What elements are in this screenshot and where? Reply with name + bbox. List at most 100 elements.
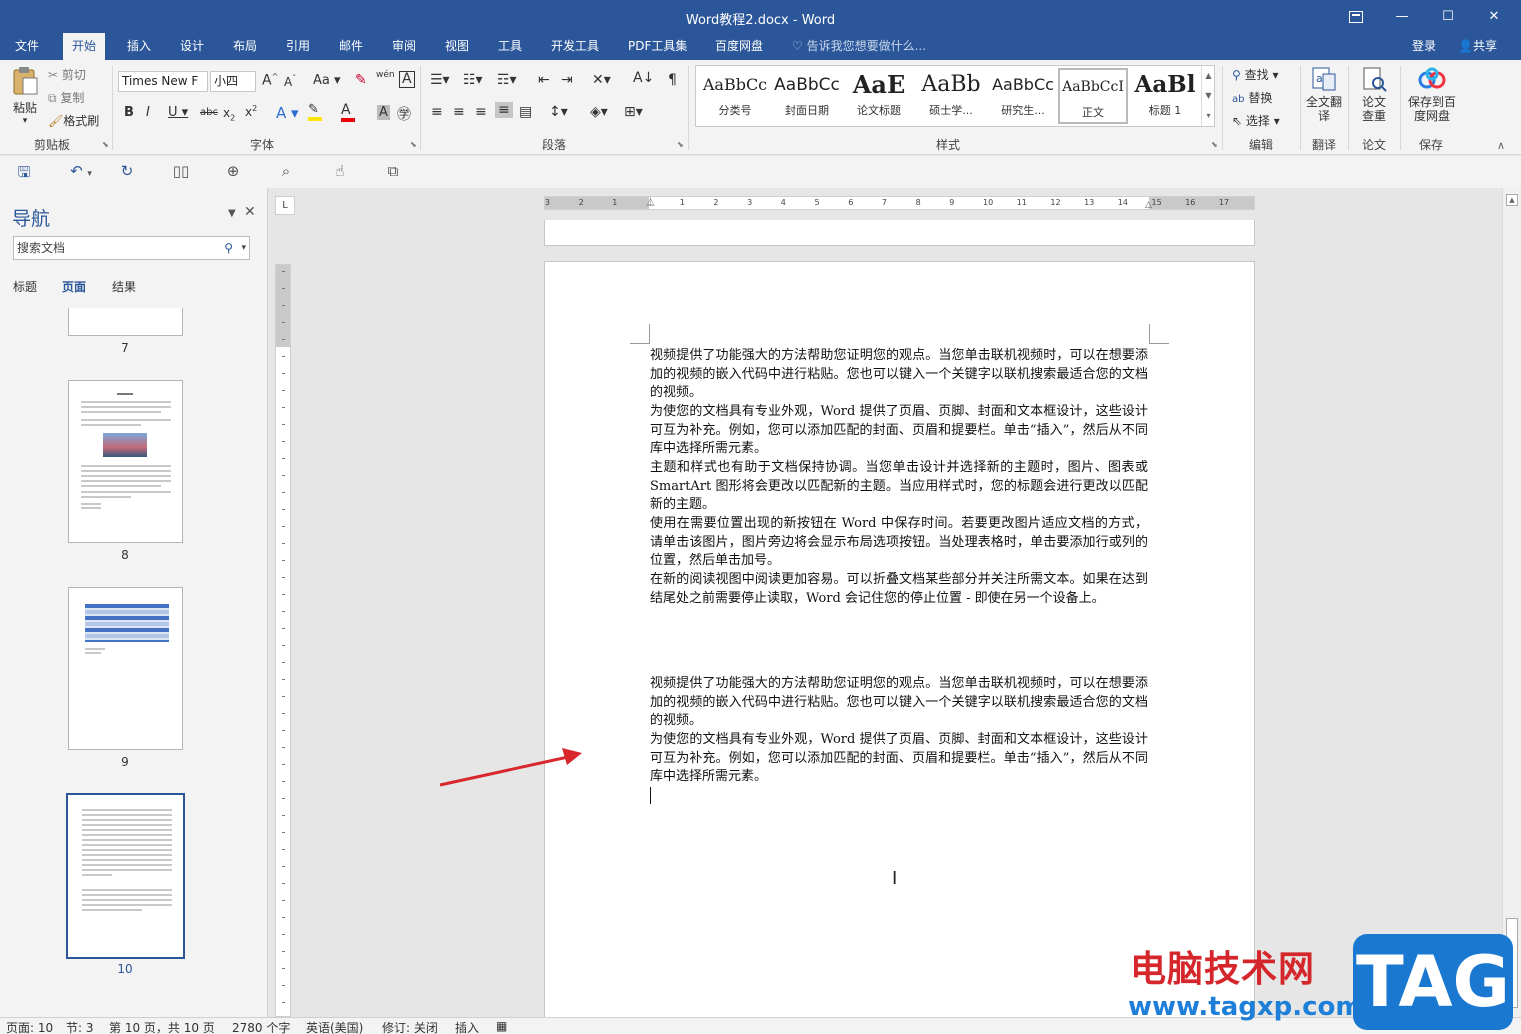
style-item[interactable]: AaBb 硕士学... xyxy=(916,68,986,124)
read-mode-icon[interactable]: ▯▯ xyxy=(170,162,192,182)
tab-pdf-tools[interactable]: PDF工具集 xyxy=(619,33,696,60)
vertical-scrollbar[interactable]: ▲ xyxy=(1502,188,1521,1017)
char-border-icon[interactable]: A xyxy=(399,71,415,88)
dialog-launcher-icon[interactable]: ⬊ xyxy=(102,140,109,149)
superscript-icon[interactable]: x2 xyxy=(245,104,257,119)
ribbon-display-options-button[interactable] xyxy=(1333,0,1379,33)
page-thumbnail-selected[interactable] xyxy=(66,793,185,959)
tab-insert[interactable]: 插入 xyxy=(118,33,160,60)
share-button[interactable]: 👤共享 xyxy=(1452,35,1503,58)
shading-icon[interactable]: ◈▾ xyxy=(590,104,608,120)
search-input[interactable]: 搜索文档 ⚲ ▾ xyxy=(13,236,250,260)
page-thumbnail[interactable] xyxy=(68,308,183,336)
tab-tools[interactable]: 工具 xyxy=(489,33,531,60)
web-layout-icon[interactable]: ⊕ xyxy=(222,162,244,182)
undo-icon[interactable]: ↶ ▾ xyxy=(64,162,98,182)
print-preview-icon[interactable]: ⌕ xyxy=(275,162,297,182)
borders-icon[interactable]: ⊞▾ xyxy=(624,104,643,120)
status-track-changes[interactable]: 修订: 关闭 xyxy=(382,1019,438,1034)
document-page[interactable]: 视频提供了功能强大的方法帮助您证明您的观点。当您单击联机视频时，可以在想要添加的… xyxy=(544,261,1255,1017)
collapse-ribbon-icon[interactable]: ∧ xyxy=(1497,139,1505,152)
clear-format-icon[interactable]: ✎ xyxy=(355,72,367,88)
close-icon[interactable]: ✕ xyxy=(244,204,256,220)
status-language[interactable]: 英语(美国) xyxy=(306,1019,363,1034)
scroll-up-icon[interactable]: ▲ xyxy=(1506,194,1518,206)
minimize-button[interactable]: — xyxy=(1379,0,1425,33)
copy-button[interactable]: ⧉ 复制 xyxy=(48,89,84,106)
tab-view[interactable]: 视图 xyxy=(436,33,478,60)
save-to-baidu-button[interactable]: 保存到百度网盘 xyxy=(1404,66,1460,123)
char-shading-icon[interactable]: A xyxy=(377,105,390,120)
tab-mailings[interactable]: 邮件 xyxy=(330,33,372,60)
nav-tab-results[interactable]: 结果 xyxy=(112,278,136,295)
tab-developer[interactable]: 开发工具 xyxy=(542,33,608,60)
sort-icon[interactable]: A↓ xyxy=(633,70,654,86)
dialog-launcher-icon[interactable]: ⬊ xyxy=(1211,140,1218,149)
indent-marker-icon[interactable]: △ xyxy=(1145,200,1152,210)
line-spacing-icon[interactable]: ↕▾ xyxy=(549,104,568,120)
cut-button[interactable]: ✂ 剪切 xyxy=(48,66,86,83)
tab-references[interactable]: 引用 xyxy=(277,33,319,60)
replace-button[interactable]: ab 替换 xyxy=(1232,89,1272,106)
nav-tab-headings[interactable]: 标题 xyxy=(13,278,37,295)
change-case-button[interactable]: Aa ▾ xyxy=(313,73,341,88)
dialog-launcher-icon[interactable]: ⬊ xyxy=(677,140,684,149)
status-section[interactable]: 节: 3 xyxy=(66,1019,94,1034)
redo-icon[interactable]: ↻ xyxy=(116,162,138,182)
vertical-ruler[interactable] xyxy=(275,264,291,1017)
touch-mode-icon[interactable]: ☝ xyxy=(329,162,351,182)
increase-indent-icon[interactable]: ⇥ xyxy=(561,72,573,88)
indent-marker-icon[interactable]: ⏅ xyxy=(646,195,655,208)
status-page[interactable]: 页面: 10 xyxy=(6,1019,53,1034)
maximize-button[interactable]: ☐ xyxy=(1425,0,1471,33)
page-thumbnail[interactable] xyxy=(68,587,183,750)
login-link[interactable]: 登录 xyxy=(1412,33,1436,60)
align-center-icon[interactable]: ≡ xyxy=(453,104,465,120)
close-button[interactable]: ✕ xyxy=(1471,0,1517,33)
highlight-icon[interactable]: ✎ xyxy=(308,102,322,121)
page-thumbnail[interactable] xyxy=(68,380,183,543)
italic-icon[interactable]: I xyxy=(146,105,150,120)
style-item[interactable]: AaBbCc 分类号 xyxy=(700,68,770,124)
customize-qat-icon[interactable]: ⧉ xyxy=(382,162,404,182)
tab-design[interactable]: 设计 xyxy=(171,33,213,60)
multilevel-list-icon[interactable]: ☶▾ xyxy=(497,72,517,88)
tab-home[interactable]: 开始 xyxy=(63,33,106,60)
font-name-combo[interactable]: Times New F xyxy=(118,71,208,92)
macro-record-icon[interactable]: ▦ xyxy=(496,1019,507,1033)
subscript-icon[interactable]: x2 xyxy=(223,106,235,122)
justify-icon[interactable]: ≡ xyxy=(495,102,513,118)
font-size-combo[interactable]: 小四 xyxy=(210,71,256,92)
horizontal-ruler[interactable]: 3 2 1 1 2 3 4 5 6 7 8 9 10 11 12 13 14 15 16 17 ⏅ △ xyxy=(544,196,1255,210)
grow-font-icon[interactable]: A^ xyxy=(262,72,278,89)
dialog-launcher-icon[interactable]: ⬊ xyxy=(410,140,417,149)
align-right-icon[interactable]: ≡ xyxy=(475,104,487,120)
strikethrough-icon[interactable]: abc xyxy=(200,107,218,118)
chinese-layout-icon[interactable]: ✕▾ xyxy=(592,72,611,88)
tab-baidu-netdisk[interactable]: 百度网盘 xyxy=(706,33,772,60)
align-left-icon[interactable]: ≡ xyxy=(431,104,443,120)
phonetic-guide-icon[interactable]: wén xyxy=(376,70,395,80)
full-translate-button[interactable]: a 全文翻译 xyxy=(1306,66,1342,123)
enclose-char-icon[interactable]: ㊫ xyxy=(397,104,411,124)
save-icon[interactable]: 🖫 xyxy=(13,162,35,182)
style-item-selected[interactable]: AaBbCcI 正文 xyxy=(1058,68,1128,124)
find-button[interactable]: ⚲ 查找 ▾ xyxy=(1232,66,1278,83)
nav-tab-pages[interactable]: 页面 xyxy=(62,278,86,295)
tab-file[interactable]: 文件 xyxy=(6,33,48,60)
tab-selector[interactable]: L xyxy=(275,196,295,215)
show-marks-icon[interactable]: ¶ xyxy=(668,72,677,88)
bold-icon[interactable]: B xyxy=(124,105,134,120)
tab-review[interactable]: 审阅 xyxy=(383,33,425,60)
underline-icon[interactable]: U ▾ xyxy=(168,105,188,120)
tab-layout[interactable]: 布局 xyxy=(224,33,266,60)
status-page-of[interactable]: 第 10 页，共 10 页 xyxy=(109,1019,215,1034)
paper-check-button[interactable]: 论文查重 xyxy=(1357,66,1391,123)
tell-me-box[interactable]: ♡ 告诉我您想要做什么... xyxy=(792,33,926,60)
format-painter-button[interactable]: 🖌格式刷 xyxy=(48,112,99,129)
shrink-font-icon[interactable]: Aˇ xyxy=(284,74,296,89)
status-words[interactable]: 2780 个字 xyxy=(232,1019,290,1034)
font-color-icon[interactable]: A xyxy=(341,102,355,122)
decrease-indent-icon[interactable]: ⇤ xyxy=(538,72,550,88)
distributed-icon[interactable]: ▤ xyxy=(519,104,532,120)
